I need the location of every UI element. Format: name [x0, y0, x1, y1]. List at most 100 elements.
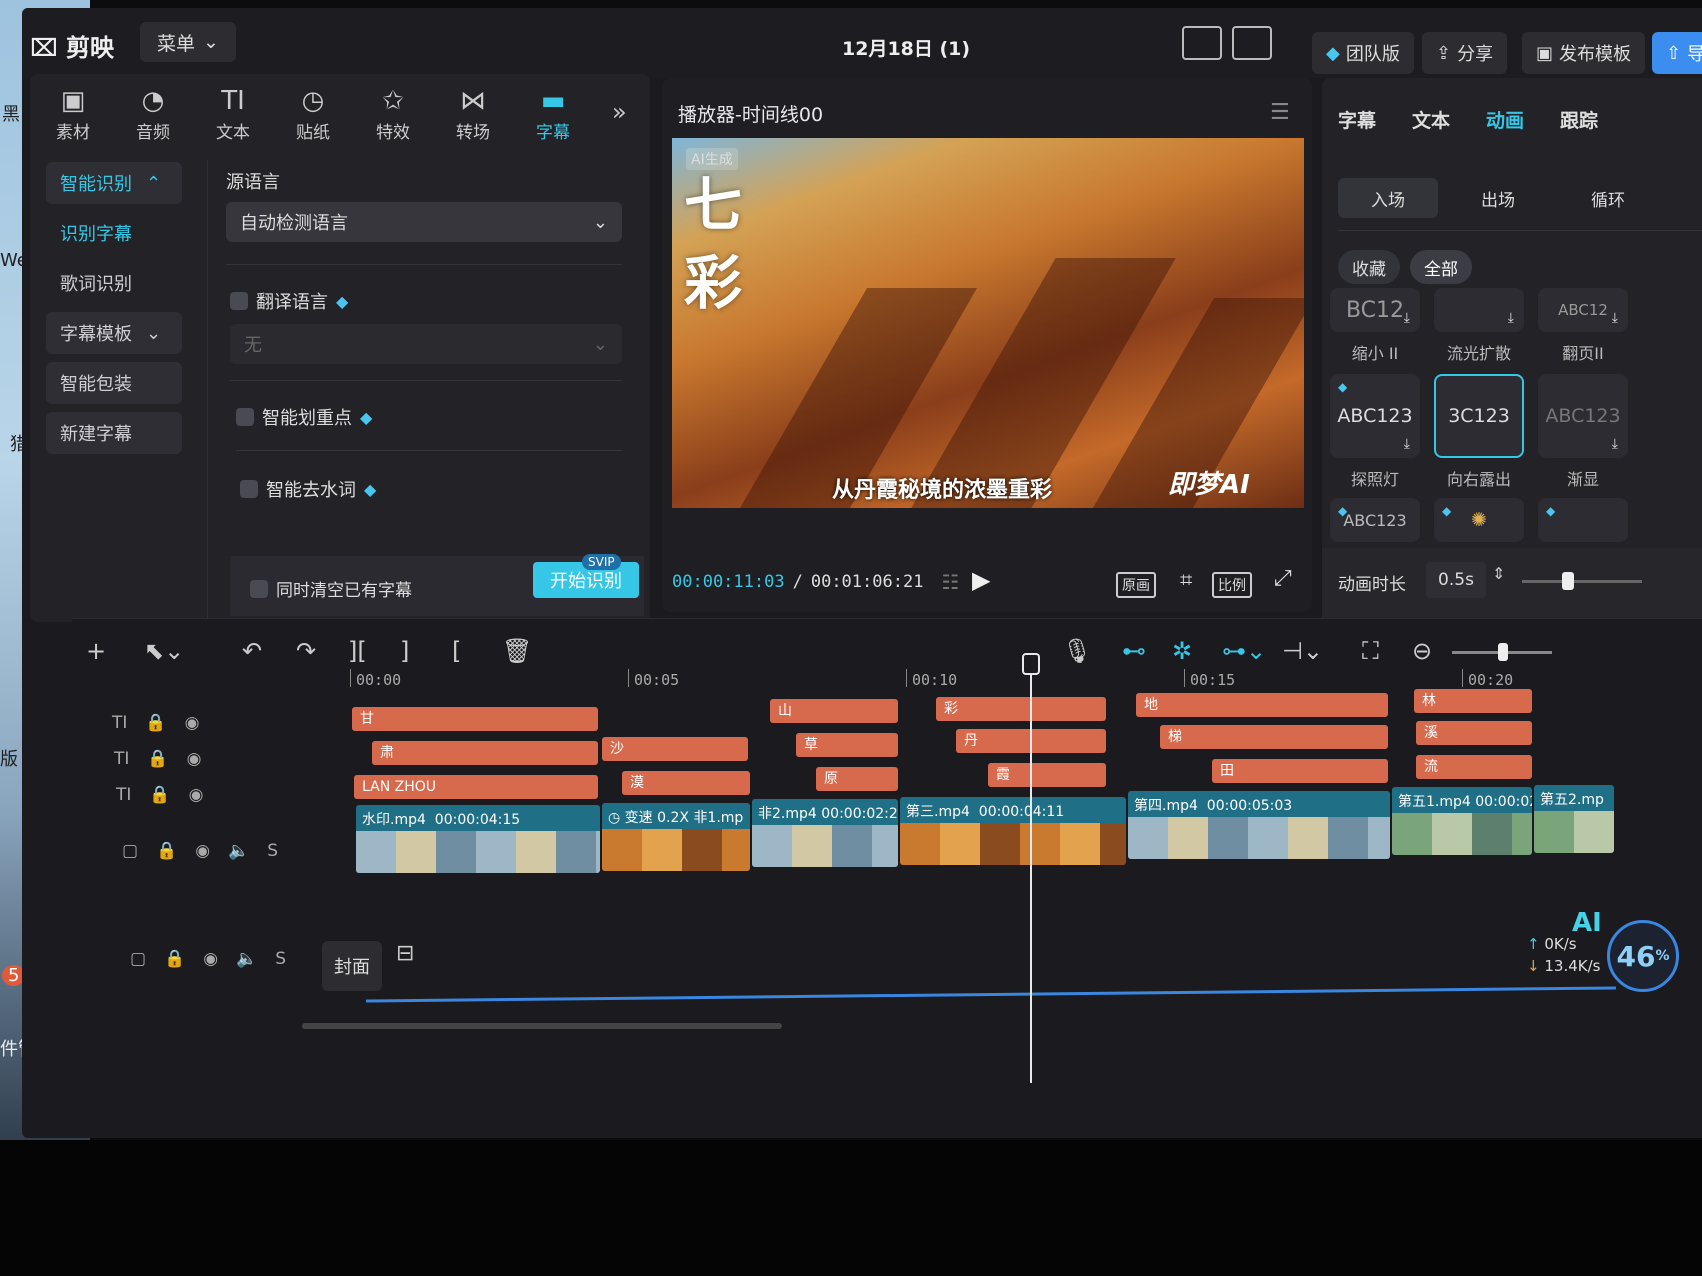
nav-smart-recognize[interactable]: 智能识别 ⌃ [46, 162, 182, 204]
playhead-handle[interactable] [1022, 653, 1040, 675]
highlight-checkbox[interactable] [236, 408, 254, 426]
subtitle-clip[interactable]: 漠 [622, 771, 750, 795]
clear-checkbox[interactable] [250, 579, 268, 598]
subtitle-clip[interactable]: 肃 [372, 741, 598, 765]
microphone-icon[interactable]: 🎙 [1062, 637, 1092, 665]
eye-icon[interactable]: ◉ [195, 841, 210, 861]
layout-icon[interactable] [1232, 26, 1272, 60]
focus-icon[interactable]: ⌗ [1180, 568, 1192, 593]
filler-checkbox[interactable] [240, 480, 258, 498]
add-track-icon[interactable]: + [86, 637, 106, 665]
subtitle-clip[interactable]: 草 [796, 733, 898, 757]
lock-icon[interactable]: 🔒 [147, 749, 168, 769]
subtitle-clip[interactable]: 林 [1414, 689, 1532, 713]
zoom-handle[interactable] [1498, 643, 1508, 661]
eye-icon[interactable]: ◉ [189, 785, 204, 805]
subtitle-clip[interactable]: LAN ZHOU [354, 775, 598, 799]
eye-icon[interactable]: ◉ [185, 713, 200, 733]
trim-left-icon[interactable]: ] [400, 637, 409, 665]
duration-input[interactable]: 0.5s [1426, 562, 1486, 598]
sound-icon[interactable]: 🔈 [228, 841, 249, 861]
shortcut-icon[interactable] [1182, 26, 1222, 60]
publish-template-button[interactable]: ▣ 发布模板 [1522, 32, 1646, 74]
duration-slider[interactable] [1522, 580, 1642, 583]
nav-smart-package[interactable]: 智能包装 [46, 362, 182, 404]
tab-animation[interactable]: 动画 [1486, 106, 1524, 133]
nav-caption-template[interactable]: 字幕模板 ⌄ [46, 312, 182, 354]
sound-icon[interactable]: 🔈 [236, 949, 257, 969]
segment-out[interactable]: 出场 [1448, 178, 1548, 218]
magnet-icon[interactable]: ⊷ [1122, 637, 1146, 665]
source-language-select[interactable]: 自动检测语言 ⌄ [226, 202, 622, 242]
video-clip[interactable]: 第四.mp4 00:00:05:03 [1128, 791, 1390, 859]
filler-word-option[interactable]: 智能去水词 ◆ [240, 476, 376, 502]
animation-item[interactable]: ◆ ✺ [1434, 498, 1524, 542]
video-clip[interactable]: 水印.mp4 00:00:04:15 [356, 805, 600, 873]
video-clip[interactable]: 第五1.mp4 00:00:02: [1392, 787, 1532, 855]
animation-spotlight[interactable]: ◆ ABC123 ⤓ [1330, 374, 1420, 458]
ratio-button[interactable]: 比例 [1212, 572, 1252, 598]
auto-snap-icon[interactable]: ✲ [1172, 637, 1192, 665]
animation-page-flip-2[interactable]: ABC12 ⤓ [1538, 288, 1628, 332]
lock-icon[interactable]: 🔒 [156, 841, 177, 861]
team-edition-button[interactable]: ◆ 团队版 [1312, 32, 1414, 74]
stepper-icon[interactable]: ⇕ [1492, 564, 1505, 583]
subtitle-clip[interactable]: 彩 [936, 697, 1106, 721]
subtitle-clip[interactable]: 田 [1212, 759, 1388, 783]
tool-sticker[interactable]: ◷ 贴纸 [278, 84, 348, 143]
animation-shrink-2[interactable]: BC12 ⤓ [1330, 288, 1420, 332]
animation-light-spread[interactable]: ⤓ [1434, 288, 1524, 332]
eye-icon[interactable]: ◉ [203, 949, 218, 969]
solo-toggle[interactable]: S [275, 949, 286, 969]
tool-audio[interactable]: ◔ 音频 [118, 84, 188, 143]
playhead[interactable] [1030, 663, 1032, 1083]
undo-icon[interactable]: ↶ [242, 637, 262, 665]
animation-fade-in[interactable]: ABC123 ⤓ [1538, 374, 1628, 458]
tool-text[interactable]: TI 文本 [198, 84, 268, 143]
cover-button[interactable]: 封面 [322, 941, 382, 991]
video-clip[interactable]: ◷ 变速 0.2X 非1.mp [602, 803, 750, 871]
redo-icon[interactable]: ↷ [296, 637, 316, 665]
menu-button[interactable]: 菜单 ⌄ [140, 22, 236, 62]
split-icon[interactable]: ][ [348, 637, 367, 665]
animation-item[interactable]: ◆ [1538, 498, 1628, 542]
tool-media[interactable]: ▣ 素材 [38, 84, 108, 143]
subtitle-clip[interactable]: 甘 [352, 707, 598, 731]
subtitle-clip[interactable]: 梯 [1160, 725, 1388, 749]
video-clip[interactable]: 第三.mp4 00:00:04:11 [900, 797, 1126, 865]
film-icon[interactable]: ⊟ [396, 941, 414, 966]
subtitle-clip[interactable]: 霞 [988, 763, 1106, 787]
lock-icon[interactable]: 🔒 [149, 785, 170, 805]
chip-favorites[interactable]: 收藏 [1338, 250, 1400, 284]
highlight-option[interactable]: 智能划重点 ◆ [236, 404, 372, 430]
zoom-out-icon[interactable]: ⊖ [1412, 637, 1432, 665]
video-clip[interactable]: 第五2.mp [1534, 785, 1614, 853]
solo-toggle[interactable]: S [267, 841, 278, 861]
more-tools-icon[interactable]: » [612, 98, 627, 126]
tab-caption[interactable]: 字幕 [1338, 106, 1376, 133]
translate-checkbox[interactable] [230, 292, 248, 310]
horizontal-scrollbar[interactable] [302, 1023, 782, 1029]
export-button[interactable]: ⇧ 导 [1652, 32, 1702, 74]
delete-icon[interactable]: 🗑 [502, 637, 532, 665]
nav-new-caption[interactable]: 新建字幕 [46, 412, 182, 454]
tab-text[interactable]: 文本 [1412, 106, 1450, 133]
tool-effect[interactable]: ✩ 特效 [358, 84, 428, 143]
slider-handle[interactable] [1562, 572, 1574, 590]
play-icon[interactable]: ▶ [972, 566, 990, 594]
waveform-icon[interactable]: ☷ [941, 570, 959, 594]
trim-right-icon[interactable]: [ [452, 637, 461, 665]
fullscreen-icon[interactable]: ⤢ [1274, 566, 1292, 591]
cpu-usage-widget[interactable]: 46% [1607, 920, 1679, 992]
original-quality-button[interactable]: 原画 [1116, 572, 1156, 598]
subtitle-clip[interactable]: 流 [1416, 755, 1532, 779]
subtitle-clip[interactable]: 沙 [602, 737, 748, 761]
translate-option[interactable]: 翻译语言 ◆ [230, 288, 348, 314]
segment-in[interactable]: 入场 [1338, 178, 1438, 218]
nav-lyrics-recognize[interactable]: 歌词识别 [46, 262, 182, 304]
player-menu-icon[interactable]: ☰ [1270, 100, 1290, 125]
subtitle-clip[interactable]: 地 [1136, 693, 1388, 717]
fit-icon[interactable]: ⛶ [1362, 637, 1379, 665]
share-button[interactable]: ⇪ 分享 [1422, 32, 1508, 74]
chip-all[interactable]: 全部 [1410, 250, 1472, 284]
